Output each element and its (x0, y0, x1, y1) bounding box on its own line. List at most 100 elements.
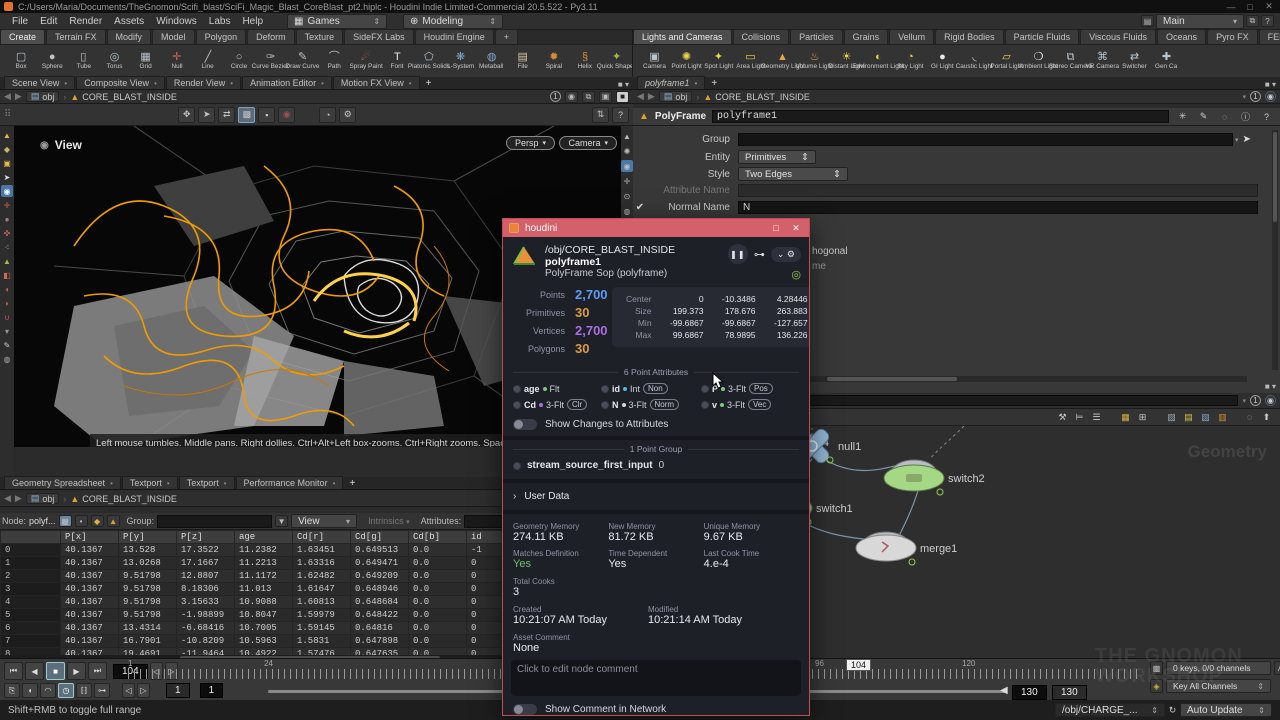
table-row[interactable]: 540.13679.51798-1.9889910.80471.599790.6… (1, 609, 525, 622)
scatter-icon[interactable]: ⁖ (1, 241, 13, 253)
shelf-tab-sidefx-labs[interactable]: SideFX Labs (344, 29, 414, 44)
shade-diamond-icon[interactable]: ◆ (1, 143, 13, 155)
pause-updates-button[interactable]: ❚❚ (728, 244, 748, 264)
snap-point-icon[interactable]: ◖ (1, 283, 13, 295)
games-shelf-select[interactable]: ▦Games⇕ (287, 14, 387, 29)
jump-end-button[interactable]: ⏭ (88, 662, 107, 680)
pane-corner-controls[interactable]: ■ ▾ (1265, 382, 1276, 391)
select-arrow-icon[interactable]: ➤ (1, 171, 13, 183)
group-radio[interactable] (513, 462, 521, 470)
main-desktop-select[interactable]: Main▾ (1156, 14, 1244, 29)
shelf-tool-quick-shapes[interactable]: ✦Quick Shapes (601, 51, 632, 70)
window-close-button[interactable]: ✕ (1262, 1, 1276, 12)
column-header-age[interactable]: age (235, 531, 293, 544)
record-icon[interactable]: ◉ (278, 107, 295, 123)
column-header-Cd[g][interactable]: Cd[g] (351, 531, 409, 544)
pose-tool-icon[interactable]: ⇄ (218, 107, 235, 123)
network-node-switch2[interactable]: switch2 (884, 460, 985, 495)
edit-icon[interactable]: ✜ (1, 227, 13, 239)
snap-prim-icon[interactable]: ◗ (1, 297, 13, 309)
shelf-tab-polygon[interactable]: Polygon (196, 29, 247, 44)
shelf-tab-grains[interactable]: Grains (844, 29, 889, 44)
view-globe-icon[interactable]: ◍ (1, 353, 13, 365)
back-icon[interactable]: ◀ (4, 91, 11, 102)
shelf-tool-file[interactable]: ▤File (508, 51, 538, 70)
modeling-desktop-select[interactable]: ⊕Modeling⇕ (403, 14, 503, 29)
tab-performance-monitor[interactable]: Performance Monitor• (236, 476, 344, 489)
column-header-P[x][interactable]: P[x] (61, 531, 119, 544)
pose-icon[interactable]: ● (1, 213, 13, 225)
tab-composite-view[interactable]: Composite View• (76, 76, 165, 89)
group-input[interactable] (157, 515, 272, 528)
tab-textport[interactable]: Textport• (122, 476, 178, 489)
shelf-tool-draw-curve[interactable]: ✎Draw Curve (287, 51, 318, 70)
back-icon[interactable]: ◀ (4, 493, 11, 504)
sticky-note-icon[interactable]: ▤ (1181, 411, 1196, 424)
shelf-tool-point-light[interactable]: ✺Point Light (671, 51, 702, 70)
normalname-checkbox[interactable]: ✔ (633, 202, 647, 213)
column-header-P[z][interactable]: P[z] (177, 531, 235, 544)
stop-button[interactable]: ■ (46, 662, 65, 680)
filter-icon[interactable]: ▼ (275, 515, 288, 527)
forward-icon[interactable]: ▶ (15, 91, 22, 102)
tab-render-view[interactable]: Render View• (166, 76, 241, 89)
param-help-icon[interactable]: ? (1259, 110, 1274, 123)
range-bracket-icon[interactable]: ⁅⁆ (76, 683, 92, 698)
shelf-tool-platonic-solids[interactable]: ⬠Platonic Solids (413, 51, 444, 70)
pin-count-badge[interactable]: 1 (550, 91, 561, 102)
dialog-titlebar[interactable]: houdini □ ✕ (503, 219, 809, 237)
shelf-tool-tube[interactable]: ▯Tube (68, 51, 98, 70)
forward-icon[interactable]: ▶ (15, 493, 22, 504)
menu-render[interactable]: Render (63, 14, 108, 29)
shelf-tool-curve-bezier[interactable]: ✑Curve Bezier (255, 51, 286, 70)
stopwatch-icon[interactable]: ◔ (319, 107, 336, 123)
shelf-tab-deform[interactable]: Deform (247, 29, 295, 44)
new-tab-button[interactable]: + (706, 78, 722, 89)
tab-polyframe1[interactable]: polyframe1• (637, 76, 705, 89)
dialog-options-button[interactable]: ⌄ ⚙ (771, 247, 801, 262)
tab-close-icon[interactable]: • (224, 479, 227, 488)
breadcrumb-root[interactable]: ▤obj (26, 91, 60, 102)
select-arrow-icon[interactable]: ➤ (1243, 134, 1251, 145)
attr-chip-Cd[interactable]: Cd3-FltClr (513, 399, 601, 410)
sync-badge[interactable]: ◉ (1265, 91, 1276, 102)
attr-radio[interactable] (513, 401, 521, 409)
entity-select[interactable]: Primitives⇕ (738, 150, 816, 164)
desktop-icon[interactable]: ▤ (1141, 15, 1154, 27)
shelf-tool-grid[interactable]: ▦Grid (131, 51, 161, 70)
tab-animation-editor[interactable]: Animation Editor• (242, 76, 332, 89)
table-row[interactable]: 840.136719.4691-11.946410.49221.574760.6… (1, 648, 525, 656)
key-icon[interactable]: ⊶ (94, 683, 110, 698)
viewport-help-icon[interactable]: ? (612, 107, 629, 123)
normalname-input[interactable]: N (738, 201, 1258, 214)
tab-close-icon[interactable]: • (154, 79, 157, 88)
back-icon[interactable]: ◀ (637, 91, 644, 102)
shelf-tool-volume-light[interactable]: ♨Volume Light (799, 51, 830, 70)
realtime-toggle-icon[interactable]: ◷ (58, 683, 74, 698)
tab-close-icon[interactable]: • (230, 79, 233, 88)
shelf-tool-sphere[interactable]: ●Sphere (37, 51, 67, 70)
tab-motion-fx-view[interactable]: Motion FX View• (333, 76, 420, 89)
menu-windows[interactable]: Windows (150, 14, 203, 29)
tab-textport[interactable]: Textport• (179, 476, 235, 489)
attrname-input[interactable] (738, 184, 1258, 197)
gear-icon[interactable]: ✳ (1175, 110, 1190, 123)
snap-grid-icon[interactable]: ◧ (1, 269, 13, 281)
audio-icon[interactable]: ◖ (22, 683, 38, 698)
breadcrumb-root[interactable]: ▤obj (659, 91, 693, 102)
detail-mode-icon[interactable]: ▲ (107, 515, 120, 527)
window-maximize-button[interactable]: □ (1243, 2, 1257, 12)
shelf-tool-portal-light[interactable]: ▱Portal Light (991, 51, 1022, 70)
tab-geometry-spreadsheet[interactable]: Geometry Spreadsheet• (4, 476, 121, 489)
play-button[interactable]: ▶ (67, 662, 86, 680)
attr-chip-v[interactable]: v3-FltVec (701, 399, 801, 410)
tab-scene-view[interactable]: Scene View• (4, 76, 75, 89)
intrinsics-select[interactable]: Intrinsics ▾ (368, 516, 410, 526)
recook-icon[interactable]: ↻ (1165, 704, 1180, 717)
anim-curve-icon[interactable]: ◠ (40, 683, 56, 698)
menu-help[interactable]: Help (236, 14, 269, 29)
shelf-tool-switcher[interactable]: ⇄Switcher (1119, 51, 1150, 70)
column-header-Cd[b][interactable]: Cd[b] (409, 531, 467, 544)
shelf-tool-box[interactable]: ▢Box (6, 51, 36, 70)
tab-close-icon[interactable]: • (321, 79, 324, 88)
